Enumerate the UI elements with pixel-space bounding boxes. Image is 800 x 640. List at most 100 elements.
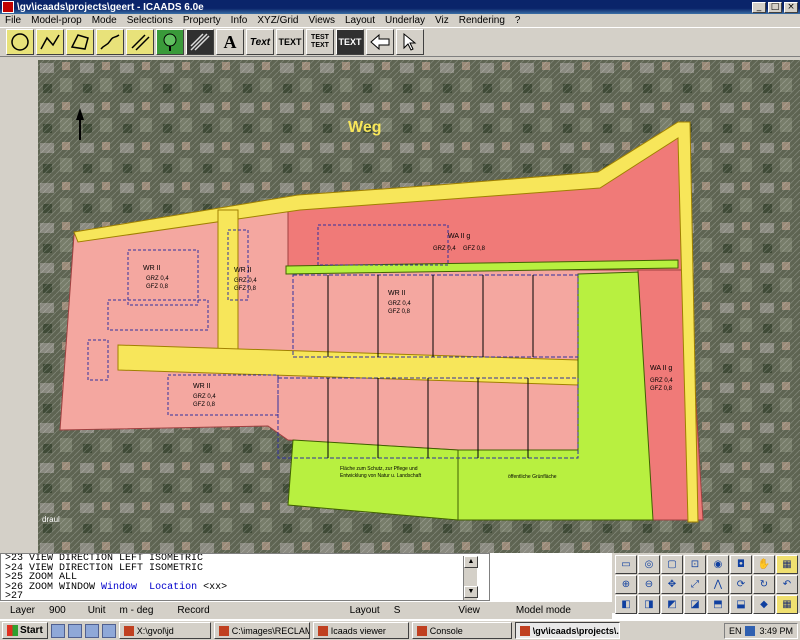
globe-icon[interactable]: ◎ (638, 555, 660, 574)
camera-icon[interactable]: ◘ (730, 555, 752, 574)
drawing-canvas[interactable]: Weg WR II GRZ 0,4 GFZ 0,8 WR II GRZ 0,4 … (0, 57, 800, 553)
svg-text:GFZ 0,8: GFZ 0,8 (146, 284, 169, 290)
box-view-6-icon[interactable]: ⬓ (730, 595, 752, 614)
menu-viz[interactable]: Viz (430, 15, 454, 26)
menu-file[interactable]: File (0, 15, 26, 26)
scroll-down-icon[interactable]: ▼ (464, 586, 478, 598)
svg-text:Entwicklung von Natur u. Lands: Entwicklung von Natur u. Landschaft (340, 473, 422, 479)
task-app-icon (416, 625, 427, 636)
perspective-icon[interactable]: ⋀ (707, 575, 729, 594)
box-view-2-icon[interactable]: ◨ (638, 595, 660, 614)
task-app-icon (317, 625, 328, 636)
taskbar-task[interactable]: Console (411, 622, 512, 639)
network-icon[interactable] (745, 626, 756, 636)
zoom-in-icon[interactable]: ⊕ (615, 575, 637, 594)
menu-views[interactable]: Views (303, 15, 340, 26)
title-bar: \gv\icaads\projects\geert - ICAADS 6.0e … (0, 0, 800, 14)
svg-text:GRZ 0,4: GRZ 0,4 (193, 394, 216, 400)
text-size-icon[interactable]: A (216, 29, 244, 55)
taskbar-task[interactable]: \gv\icaads\projects\... (514, 622, 620, 639)
menu-mode[interactable]: Mode (87, 15, 122, 26)
maximize-icon[interactable]: □ (768, 1, 782, 13)
menu-property[interactable]: Property (178, 15, 226, 26)
taskbar-task[interactable]: X:\gvol\jd (118, 622, 211, 639)
unit-label: Unit (87, 605, 106, 616)
scroll-up-icon[interactable]: ▲ (464, 556, 478, 568)
svg-text:GRZ 0,4: GRZ 0,4 (433, 246, 456, 252)
box-view-3-icon[interactable]: ◩ (661, 595, 683, 614)
quicklaunch-browser-icon[interactable] (67, 623, 82, 638)
text-icon[interactable]: TEXT (276, 29, 304, 55)
menu-selections[interactable]: Selections (122, 15, 178, 26)
console-line: >26 ZOOM WINDOW Window Location <xx> (5, 581, 228, 593)
freehand-line-icon[interactable] (96, 29, 124, 55)
wr-zone-label-2: WR II (234, 267, 252, 274)
windows-logo-icon (7, 625, 18, 636)
console-scrollbar[interactable]: ▲ ▼ (463, 556, 478, 600)
menu-help[interactable]: ? (510, 15, 526, 26)
redraw-icon[interactable]: ↻ (753, 575, 775, 594)
public-green-label: öffentliche Grünfläche (508, 474, 557, 480)
minimize-icon[interactable]: _ (752, 1, 766, 13)
console-line: >24 VIEW DIRECTION LEFT ISOMETRIC (5, 562, 204, 574)
cursor-tool-icon[interactable] (396, 29, 424, 55)
wr-zone-label-1: WR II (143, 265, 161, 272)
hatch-icon[interactable] (186, 29, 214, 55)
window-title: \gv\icaads\projects\geert - ICAADS 6.0e (17, 1, 204, 13)
parallel-lines-icon[interactable] (126, 29, 154, 55)
box-view-4-icon[interactable]: ◪ (684, 595, 706, 614)
texture-icon[interactable]: ▦ (776, 555, 798, 574)
text-box-icon[interactable]: TEXT (336, 29, 364, 55)
pan-icon[interactable]: ✥ (661, 575, 683, 594)
menu-underlay[interactable]: Underlay (380, 15, 430, 26)
language-indicator[interactable]: EN (729, 626, 742, 636)
drawing-toolbar: A Text TEXT TEST TEXT TEXT (0, 27, 800, 57)
box-view-7-icon[interactable]: ◆ (753, 595, 775, 614)
menu-xyz-grid[interactable]: XYZ/Grid (252, 15, 303, 26)
svg-text:GFZ 0,8: GFZ 0,8 (388, 309, 411, 315)
grid-view-icon[interactable]: ▦ (776, 595, 798, 614)
task-app-icon (218, 625, 229, 636)
circle-icon[interactable] (6, 29, 34, 55)
box-view-5-icon[interactable]: ⬒ (707, 595, 729, 614)
text-stack-icon[interactable]: TEST TEXT (306, 29, 334, 55)
undo-icon[interactable]: ↶ (776, 575, 798, 594)
taskbar-task[interactable]: Icaads viewer (312, 622, 409, 639)
rotate-icon[interactable]: ⟳ (730, 575, 752, 594)
layer-label: Layer (10, 605, 36, 616)
close-icon[interactable]: × (784, 1, 798, 13)
menu-layout[interactable]: Layout (340, 15, 380, 26)
command-console[interactable]: >23 VIEW DIRECTION LEFT ISOMETRIC >24 VIE… (0, 553, 490, 601)
rectangle-select-icon[interactable]: ▭ (615, 555, 637, 574)
wa-zone-label-1: WA II g (448, 233, 470, 240)
svg-text:GRZ 0,4: GRZ 0,4 (146, 276, 169, 282)
unit-value: m - deg (119, 605, 154, 616)
start-button[interactable]: Start (2, 622, 48, 639)
quicklaunch-app-icon[interactable] (101, 623, 116, 638)
svg-text:GRZ 0,4: GRZ 0,4 (650, 378, 673, 384)
zoom-out-icon[interactable]: ⊖ (638, 575, 660, 594)
menu-info[interactable]: Info (226, 15, 253, 26)
eye-icon[interactable]: ◉ (707, 555, 729, 574)
taskbar-task[interactable]: C:\images\RECLAME\leaf... (213, 622, 310, 639)
zoom-box-icon[interactable]: ⊡ (684, 555, 706, 574)
tree-icon[interactable] (156, 29, 184, 55)
wr-zone-label-4: WR II (193, 383, 211, 390)
menu-rendering[interactable]: Rendering (454, 15, 510, 26)
clock[interactable]: 3:49 PM (759, 626, 793, 636)
mode-label: Model mode (515, 605, 571, 616)
box-view-1-icon[interactable]: ◧ (615, 595, 637, 614)
site-plan-map[interactable]: Weg WR II GRZ 0,4 GFZ 0,8 WR II GRZ 0,4 … (38, 60, 800, 553)
quicklaunch-explorer-icon[interactable] (84, 623, 99, 638)
zoom-fit-icon[interactable]: ⤢ (684, 575, 706, 594)
record-label: Record (177, 605, 210, 616)
svg-text:GFZ 0,8: GFZ 0,8 (650, 386, 673, 392)
polygon-icon[interactable] (66, 29, 94, 55)
quicklaunch-desktop-icon[interactable] (50, 623, 65, 638)
hand-icon[interactable]: ✋ (753, 555, 775, 574)
menu-model-prop[interactable]: Model-prop (26, 15, 87, 26)
view-window-icon[interactable]: ▢ (661, 555, 683, 574)
arrow-tool-icon[interactable] (366, 29, 394, 55)
text-style-icon[interactable]: Text (246, 29, 274, 55)
polyline-icon[interactable] (36, 29, 64, 55)
